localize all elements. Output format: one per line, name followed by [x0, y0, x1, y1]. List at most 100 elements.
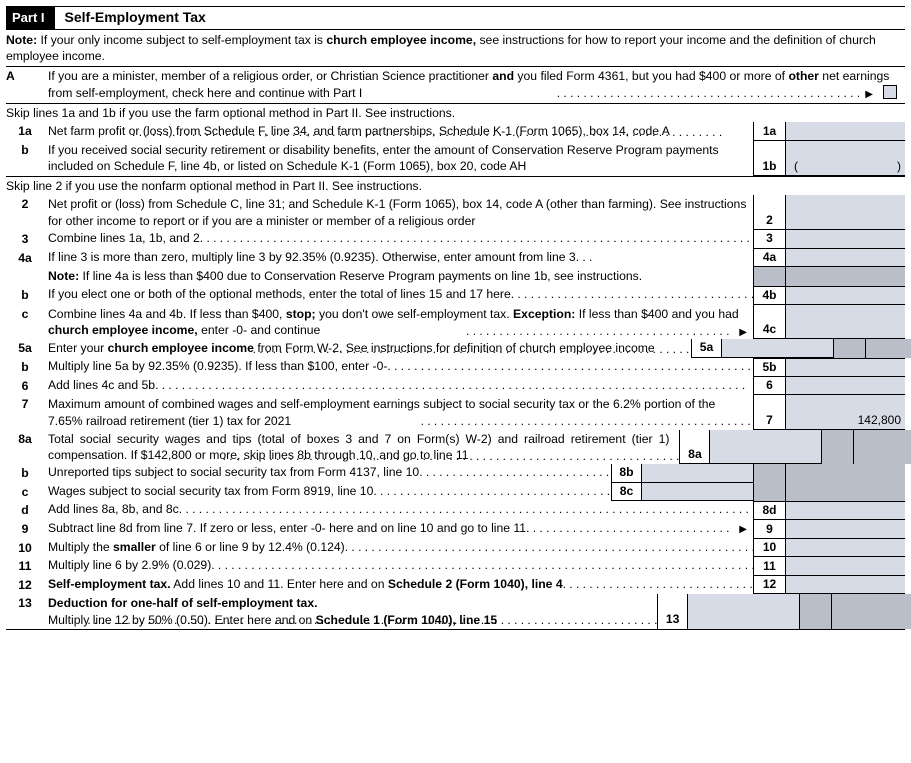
inner-val-8a[interactable]: [709, 430, 821, 464]
line-10: 10 Multiply the smaller of line 6 or lin…: [6, 539, 905, 557]
val-11[interactable]: [785, 557, 905, 575]
val-1b[interactable]: (): [785, 141, 905, 176]
num-7: 7: [753, 395, 785, 429]
label-10: 10: [6, 539, 48, 557]
line-5a: 5a Enter your church employee income fro…: [6, 339, 905, 357]
label-2: 2: [6, 195, 48, 213]
paren-open-1b: (: [790, 158, 798, 174]
line-8c: c Wages subject to social security tax f…: [6, 483, 905, 501]
text-4b: If you elect one or both of the optional…: [48, 286, 511, 305]
t2-4c: you don't owe self-employment tax.: [316, 307, 513, 321]
val-4b[interactable]: [785, 286, 905, 305]
spc-v-8a: [853, 430, 911, 464]
text-5b: Multiply line 5a by 92.35% (0.9235). If …: [48, 358, 387, 377]
A-t1: If you are a minister, member of a relig…: [48, 69, 492, 83]
t1-12: Add lines 10 and 11. Enter here and on: [171, 577, 388, 591]
val-2[interactable]: [785, 195, 905, 230]
num-2: 2: [753, 195, 785, 230]
skip-2: Skip line 2 if you use the nonfarm optio…: [6, 177, 905, 195]
num-11: 11: [753, 557, 785, 575]
line-1a: 1a Net farm profit or (loss) from Schedu…: [6, 122, 905, 140]
label-3: 3: [6, 230, 48, 248]
label-8b: b: [6, 464, 48, 482]
val-spacer-5a: [865, 339, 911, 357]
inner-num-13: 13: [657, 594, 687, 628]
note-b-4a: Note:: [48, 269, 79, 283]
dots-1a: [132, 124, 753, 141]
text-8b: Unreported tips subject to social securi…: [48, 464, 419, 482]
dots-5b: [387, 358, 753, 377]
num-6: 6: [753, 377, 785, 395]
inner-val-8c[interactable]: [641, 483, 753, 501]
label-4a: 4a: [6, 249, 48, 267]
val-9[interactable]: [785, 520, 905, 538]
line-12: 12 Self-employment tax. Add lines 10 and…: [6, 576, 905, 594]
line-8b: b Unreported tips subject to social secu…: [6, 464, 905, 482]
spc-n-8b: [753, 464, 785, 482]
spc-n-8c: [753, 483, 785, 501]
b2-12: Schedule 2 (Form 1040), line 4: [388, 577, 563, 591]
num-3: 3: [753, 230, 785, 248]
text-12: Self-employment tax. Add lines 10 and 11…: [48, 576, 563, 594]
dots-3: [200, 230, 753, 248]
dots-9: [526, 520, 733, 538]
dots-A: [557, 85, 860, 102]
label-8a: 8a: [6, 430, 48, 448]
num-spacer-5a: [833, 339, 865, 357]
val-8d[interactable]: [785, 501, 905, 520]
line-4b: b If you elect one or both of the option…: [6, 286, 905, 305]
label-6: 6: [6, 377, 48, 395]
arrow-4c: [733, 323, 753, 340]
text-2: Net profit or (loss) from Schedule C, li…: [48, 195, 753, 230]
val-10[interactable]: [785, 539, 905, 557]
note-t-4a: If line 4a is less than $400 due to Cons…: [79, 269, 642, 283]
label-4b: b: [6, 286, 48, 305]
label-5b: b: [6, 358, 48, 377]
val-5b[interactable]: [785, 358, 905, 377]
text-10: Multiply the smaller of line 6 or line 9…: [48, 539, 345, 557]
val-1a[interactable]: [785, 122, 905, 140]
checkbox-A[interactable]: [883, 85, 897, 99]
b1-12: Self-employment tax.: [48, 577, 171, 591]
num-4a: 4a: [753, 249, 785, 267]
line-5b: b Multiply line 5a by 92.35% (0.9235). I…: [6, 358, 905, 377]
line-A: A If you are a minister, member of a rel…: [6, 67, 905, 103]
line-13: 13 Deduction for one-half of self-employ…: [6, 594, 905, 629]
text-A: If you are a minister, member of a relig…: [48, 67, 905, 102]
line-2: 2 Net profit or (loss) from Schedule C, …: [6, 195, 905, 230]
label-11: 11: [6, 557, 48, 575]
part-header: Part I Self-Employment Tax: [6, 6, 905, 30]
num-8d: 8d: [753, 501, 785, 520]
t3-4c: If less than $400 and you had: [575, 307, 738, 321]
dots-13: [87, 612, 657, 628]
label-8d: d: [6, 501, 48, 520]
val-12[interactable]: [785, 576, 905, 594]
spc-v-8c: [785, 483, 905, 501]
dots-8a: [223, 448, 680, 464]
num-5b: 5b: [753, 358, 785, 377]
note-block: Note: If your only income subject to sel…: [6, 30, 905, 68]
dots-4b: [511, 286, 753, 305]
val-4a[interactable]: [785, 249, 905, 267]
line-7: 7 Maximum amount of combined wages and s…: [6, 395, 905, 429]
label-1a: 1a: [6, 122, 48, 140]
t1-4c: Combine lines 4a and 4b. If less than $4…: [48, 307, 286, 321]
line-11: 11 Multiply line 6 by 2.9% (0.029) 11: [6, 557, 905, 575]
inner-val-5a[interactable]: [721, 339, 833, 357]
label-1b: b: [6, 141, 48, 159]
inner-val-13[interactable]: [687, 594, 799, 628]
inner-num-5a: 5a: [691, 339, 721, 357]
num-12: 12: [753, 576, 785, 594]
part-title: Self-Employment Tax: [55, 8, 206, 27]
val-7: 142,800: [785, 395, 905, 429]
num-4b: 4b: [753, 286, 785, 305]
dots-11: [211, 557, 753, 575]
val-4c[interactable]: [785, 305, 905, 339]
text-8c: Wages subject to social security tax fro…: [48, 483, 373, 501]
val-3[interactable]: [785, 230, 905, 248]
note-b1: church employee income,: [326, 33, 476, 47]
val-6[interactable]: [785, 377, 905, 395]
inner-val-8b[interactable]: [641, 464, 753, 482]
paren-close-1b: ): [897, 158, 901, 174]
inner-num-8b: 8b: [611, 464, 641, 482]
